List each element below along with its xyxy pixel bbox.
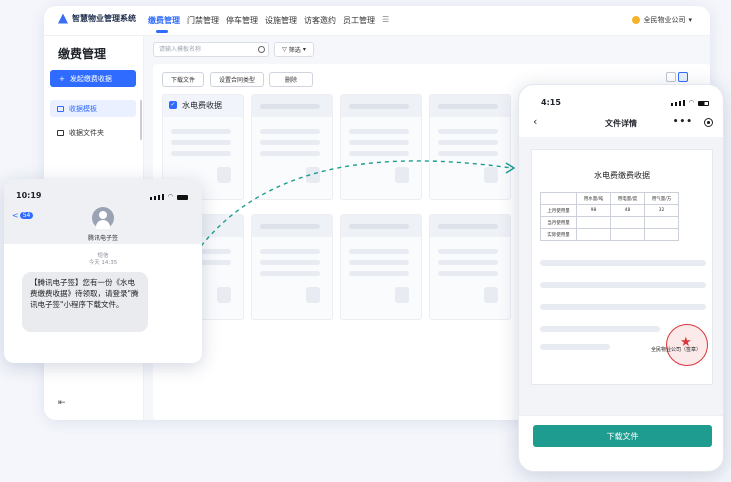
more-icon[interactable]: ••• bbox=[673, 117, 693, 127]
table-cell: 实际使用量 bbox=[540, 228, 577, 241]
unread-badge: 54 bbox=[19, 212, 34, 219]
detail-nav: ‹ 文件详情 ••• bbox=[519, 113, 723, 135]
sms-phone: 10:19 ◠ < 54 腾讯电子签 短信 今天 14:35 【腾讯电子签】您有… bbox=[4, 179, 202, 363]
status-icons: ◠ bbox=[670, 99, 709, 106]
table-header: 用气量/方 bbox=[644, 192, 679, 205]
seal-caption: 全民物业公司（签章） bbox=[651, 347, 702, 353]
battery-icon bbox=[698, 101, 709, 106]
table-row: 实际使用量 bbox=[540, 228, 679, 241]
back-button[interactable]: < 54 bbox=[12, 211, 34, 220]
table-cell: 48 bbox=[610, 204, 645, 217]
chevron-left-icon: < bbox=[12, 211, 19, 220]
message-bubble[interactable]: 【腾讯电子签】您有一份《水电费缴费收据》待领取，请登录"腾讯电子签"小程序下载文… bbox=[22, 272, 148, 332]
table-cell bbox=[576, 216, 611, 229]
usage-table: 用水量/吨 用电量/度 用气量/方 上月使用量 98 48 32 当月使用量 实… bbox=[540, 192, 679, 241]
status-icons: ◠ bbox=[149, 193, 188, 200]
document-title: 水电费缴费收据 bbox=[594, 171, 650, 180]
table-row: 上月使用量 98 48 32 bbox=[540, 204, 679, 217]
table-cell bbox=[644, 228, 679, 241]
table-header: 用水量/吨 bbox=[576, 192, 611, 205]
table-cell: 32 bbox=[644, 204, 679, 217]
table-cell bbox=[644, 216, 679, 229]
detail-phone: 4:15 ◠ ‹ 文件详情 ••• 水电费缴费收据 用水量/吨 用电量/度 用气… bbox=[518, 84, 724, 472]
table-header bbox=[540, 192, 577, 205]
sms-label: 短信 bbox=[97, 253, 109, 259]
table-cell: 98 bbox=[576, 204, 611, 217]
table-cell: 当月使用量 bbox=[540, 216, 577, 229]
table-cell bbox=[610, 216, 645, 229]
sms-timestamp: 今天 14:35 bbox=[88, 260, 118, 266]
battery-icon bbox=[177, 195, 188, 200]
table-cell: 上月使用量 bbox=[540, 204, 577, 217]
wifi-icon: ◠ bbox=[688, 99, 694, 106]
table-cell bbox=[610, 228, 645, 241]
sms-meta: 短信 今天 14:35 bbox=[4, 253, 202, 267]
table-row: 当月使用量 bbox=[540, 216, 679, 229]
status-time: 10:19 bbox=[16, 191, 42, 200]
document-preview[interactable]: 水电费缴费收据 用水量/吨 用电量/度 用气量/方 上月使用量 98 48 32… bbox=[531, 149, 713, 385]
status-time: 4:15 bbox=[541, 98, 561, 107]
table-header: 用电量/度 bbox=[610, 192, 645, 205]
close-capsule-icon[interactable] bbox=[704, 118, 713, 127]
wifi-icon: ◠ bbox=[167, 193, 173, 200]
company-seal-icon bbox=[666, 324, 708, 366]
avatar[interactable] bbox=[92, 207, 114, 229]
table-cell bbox=[576, 228, 611, 241]
sender-name: 腾讯电子签 bbox=[87, 235, 118, 242]
download-file-button[interactable]: 下载文件 bbox=[533, 425, 712, 447]
